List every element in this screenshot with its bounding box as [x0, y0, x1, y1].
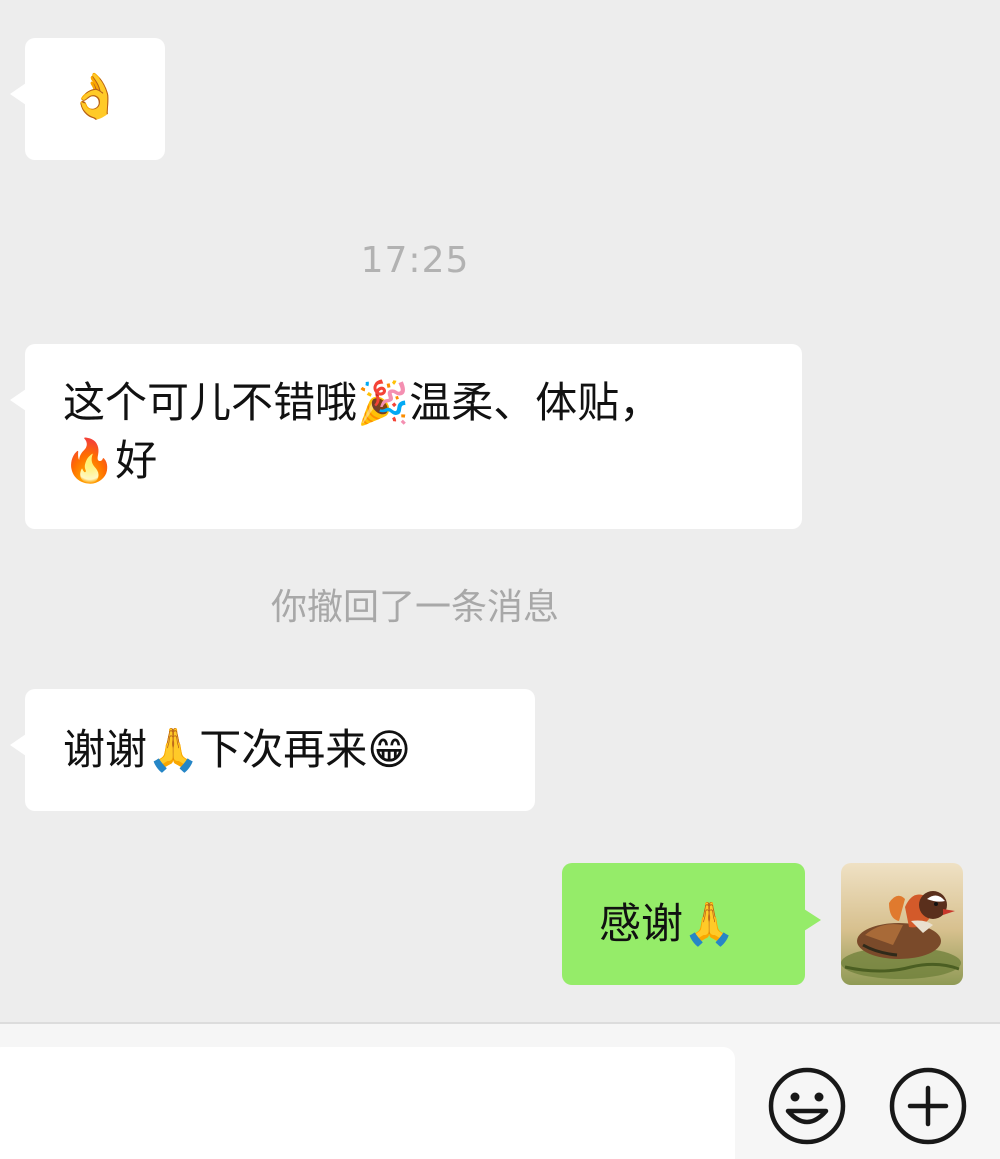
plus-circle-icon[interactable] — [888, 1066, 968, 1146]
message-timestamp: 17:25 — [360, 240, 470, 281]
plus-circle-icon-graphic — [889, 1067, 967, 1145]
message-bubble-ok[interactable]: 👌 — [10, 38, 165, 160]
message-bubble-reply[interactable]: 感谢🙏 — [562, 863, 821, 985]
message-bubble-thanks[interactable]: 谢谢🙏下次再来😁 — [10, 689, 535, 811]
avatar[interactable] — [841, 863, 963, 985]
message-text-line-2: 🔥好 — [63, 436, 158, 485]
smiley-icon[interactable] — [767, 1066, 847, 1146]
recall-notice: 你撤回了一条消息 — [270, 587, 559, 628]
smiley-icon-graphic — [768, 1067, 846, 1145]
message-text: 谢谢🙏下次再来😁 — [63, 725, 412, 774]
message-text: 感谢🙏 — [599, 899, 736, 948]
input-bar — [0, 1024, 1000, 1159]
message-text-line-1: 这个可儿不错哦🎉温柔、体贴， — [63, 378, 662, 427]
ok-hand-emoji: 👌 — [67, 71, 123, 122]
message-input[interactable] — [0, 1047, 735, 1159]
chat-screen: 👌 17:25 这个可儿不错哦🎉温柔、体贴， 🔥好 你撤回了一条消息 谢谢🙏下次… — [0, 0, 1000, 1159]
message-bubble-praise[interactable]: 这个可儿不错哦🎉温柔、体贴， 🔥好 — [10, 344, 802, 529]
mandarin-duck-avatar-image — [841, 863, 963, 985]
